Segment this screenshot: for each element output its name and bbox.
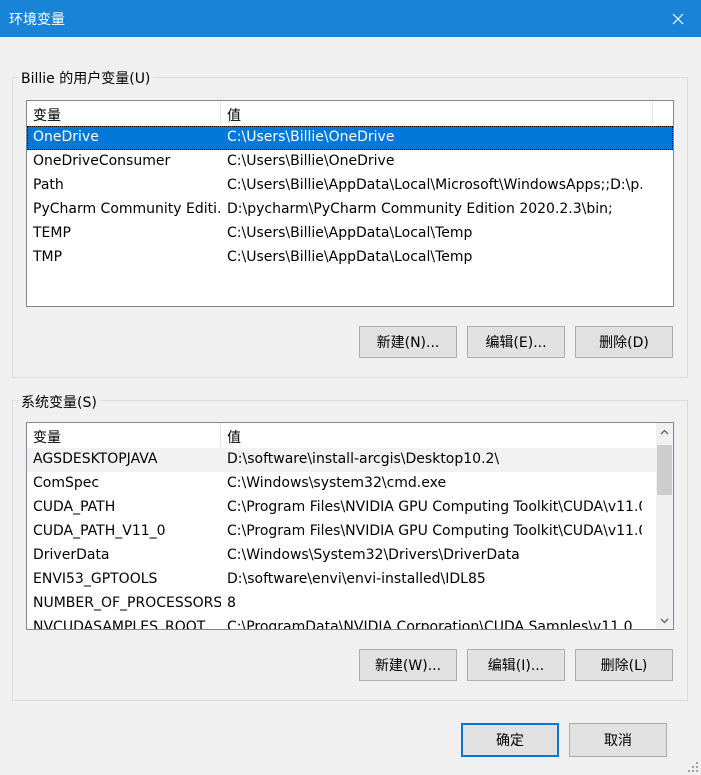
table-row[interactable]: OneDrive C:\Users\Billie\OneDrive <box>27 126 673 150</box>
close-button[interactable] <box>655 0 701 37</box>
variable-name: NVCUDASAMPLES_ROOT <box>33 619 206 630</box>
column-divider[interactable] <box>652 101 653 125</box>
variable-name: NUMBER_OF_PROCESSORS <box>33 595 221 611</box>
variable-name: AGSDESKTOPJAVA <box>33 451 158 467</box>
scroll-thumb[interactable] <box>657 445 672 495</box>
variable-name: OneDriveConsumer <box>33 153 171 169</box>
variable-value: C:\ProgramData\NVIDIA Corporation\CUDA S… <box>227 619 633 630</box>
variable-name: CUDA_PATH <box>33 499 116 515</box>
system-variables-title: 系统变量(S) <box>18 392 100 412</box>
user-variables-title: Billie 的用户变量(U) <box>18 68 154 88</box>
system-new-button[interactable]: 新建(W)... <box>359 649 457 681</box>
variable-value: C:\Windows\System32\Drivers\DriverData <box>227 547 520 563</box>
table-row[interactable]: CUDA_PATH C:\Program Files\NVIDIA GPU Co… <box>27 496 656 520</box>
variable-value: C:\Users\Billie\OneDrive <box>227 153 395 169</box>
user-delete-button[interactable]: 删除(D) <box>575 326 673 358</box>
close-icon <box>672 13 684 24</box>
system-edit-button[interactable]: 编辑(I)... <box>467 649 565 681</box>
system-delete-button[interactable]: 删除(L) <box>575 649 673 681</box>
variable-value: C:\Program Files\NVIDIA GPU Computing To… <box>227 499 642 515</box>
title-bar: 环境变量 <box>0 0 701 37</box>
variable-value: C:\Windows\system32\cmd.exe <box>227 475 447 491</box>
variable-value: C:\Users\Billie\OneDrive <box>227 129 395 145</box>
table-row[interactable]: NVCUDASAMPLES_ROOT C:\ProgramData\NVIDIA… <box>27 616 656 630</box>
scroll-down-button[interactable] <box>656 612 673 629</box>
scroll-up-button[interactable] <box>656 423 673 440</box>
user-edit-button[interactable]: 编辑(E)... <box>467 326 565 358</box>
table-row[interactable]: AGSDESKTOPJAVA D:\software\install-arcgi… <box>27 448 656 472</box>
variable-value: D:\software\envi\envi-installed\IDL85 <box>227 571 486 587</box>
vertical-scrollbar[interactable] <box>656 423 673 629</box>
variable-name: OneDrive <box>33 129 99 145</box>
chevron-up-icon <box>660 429 669 434</box>
table-row[interactable]: TMP C:\Users\Billie\AppData\Local\Temp <box>27 246 673 270</box>
column-header-variable[interactable]: 变量 <box>33 427 61 447</box>
variable-value: D:\software\install-arcgis\Desktop10.2\ <box>227 451 500 467</box>
variable-name: Path <box>33 177 64 193</box>
column-header-variable[interactable]: 变量 <box>33 105 61 125</box>
table-row[interactable]: CUDA_PATH_V11_0 C:\Program Files\NVIDIA … <box>27 520 656 544</box>
table-row[interactable]: TEMP C:\Users\Billie\AppData\Local\Temp <box>27 222 673 246</box>
column-header-value[interactable]: 值 <box>227 427 241 447</box>
variable-name: TEMP <box>33 225 71 241</box>
variable-value: C:\Users\Billie\AppData\Local\Temp <box>227 225 473 241</box>
table-row[interactable]: PyCharm Community Editi... D:\pycharm\Py… <box>27 198 673 222</box>
cancel-button[interactable]: 取消 <box>569 723 667 757</box>
table-row[interactable]: Path C:\Users\Billie\AppData\Local\Micro… <box>27 174 673 198</box>
variable-name: PyCharm Community Editi... <box>33 201 221 217</box>
variable-value: C:\Users\Billie\AppData\Local\Microsoft\… <box>227 177 642 193</box>
variable-name: TMP <box>33 249 63 265</box>
table-row[interactable]: DriverData C:\Windows\System32\Drivers\D… <box>27 544 656 568</box>
variable-value: 8 <box>227 595 236 611</box>
variable-name: ComSpec <box>33 475 100 491</box>
column-divider[interactable] <box>220 101 221 125</box>
chevron-down-icon <box>660 618 669 623</box>
ok-button[interactable]: 确定 <box>461 723 559 757</box>
variable-value: C:\Program Files\NVIDIA GPU Computing To… <box>227 523 642 539</box>
column-divider[interactable] <box>220 423 221 447</box>
variable-value: D:\pycharm\PyCharm Community Edition 202… <box>227 201 613 217</box>
user-variables-list[interactable]: 变量 值 OneDrive C:\Users\Billie\OneDrive O… <box>26 100 674 307</box>
table-row[interactable]: NUMBER_OF_PROCESSORS 8 <box>27 592 656 616</box>
window-title: 环境变量 <box>9 12 65 28</box>
variable-value: C:\Users\Billie\AppData\Local\Temp <box>227 249 473 265</box>
user-new-button[interactable]: 新建(N)... <box>359 326 457 358</box>
table-row[interactable]: ENVI53_GPTOOLS D:\software\envi\envi-ins… <box>27 568 656 592</box>
system-variables-list[interactable]: 变量 值 AGSDESKTOPJAVA D:\software\install-… <box>26 422 674 630</box>
table-row[interactable]: OneDriveConsumer C:\Users\Billie\OneDriv… <box>27 150 673 174</box>
variable-name: DriverData <box>33 547 110 563</box>
system-list-header: 变量 值 <box>27 423 656 447</box>
column-header-value[interactable]: 值 <box>227 105 241 125</box>
variable-name: CUDA_PATH_V11_0 <box>33 523 166 539</box>
table-row[interactable]: ComSpec C:\Windows\system32\cmd.exe <box>27 472 656 496</box>
user-list-header: 变量 值 <box>27 101 673 125</box>
variable-name: ENVI53_GPTOOLS <box>33 571 158 587</box>
resize-grip-icon[interactable] <box>687 761 699 773</box>
